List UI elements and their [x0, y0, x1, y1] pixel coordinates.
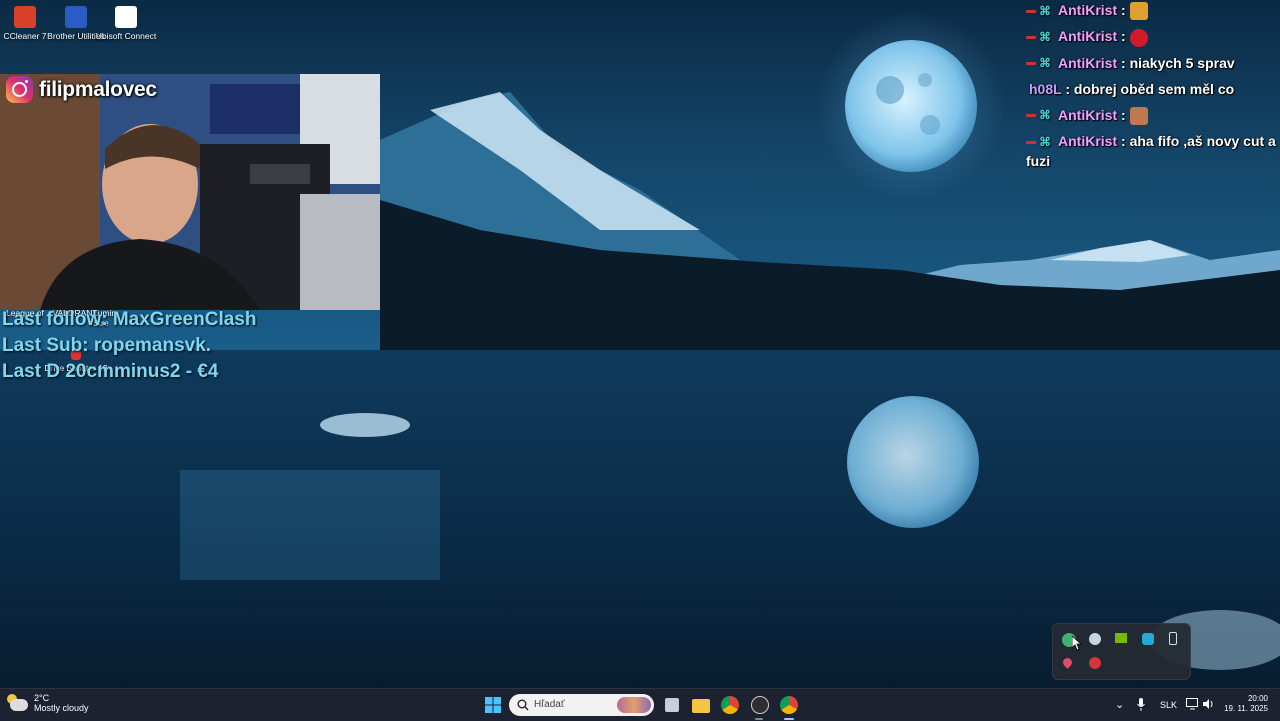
search-icon: [517, 699, 529, 711]
chat-text: dobrej oběd sem měl co: [1073, 80, 1235, 97]
language-indicator[interactable]: SLK: [1160, 700, 1177, 710]
chat-overlay: ⌘ AntiKrist : ⌘ AntiKrist : ⌘ AntiKrist : n…: [1026, 0, 1280, 171]
location-pin-icon[interactable]: [1061, 656, 1074, 669]
cloud-icon: [7, 694, 28, 711]
webcam-overlay: [0, 74, 380, 310]
task-view-icon[interactable]: [665, 698, 679, 712]
chat-message: ⌘ AntiKrist : niakych 5 sprav: [1026, 53, 1280, 73]
desktop-icon-label: CCleaner 7: [3, 31, 47, 41]
chat-text: niakych 5 sprav: [1129, 54, 1235, 71]
steam-icon[interactable]: [1089, 633, 1101, 645]
ubisoft-connect-icon: [115, 6, 137, 28]
chat-username: AntiKrist: [1058, 106, 1118, 123]
chat-message: ⌘ AntiKrist : aha fifo ,aš novy cut a fuz…: [1026, 132, 1276, 169]
chat-message: h08L : dobrej oběd sem měl co: [1029, 80, 1235, 97]
bttv-badge-icon: ⌘: [1039, 3, 1051, 18]
nvidia-icon[interactable]: [1115, 633, 1127, 643]
moderator-badge-icon: [1026, 140, 1036, 144]
clock-date: 19. 11. 2025: [1224, 704, 1268, 713]
last-donation-value: 20cmminus2 - €4: [65, 361, 219, 382]
moderator-badge-icon: [1026, 114, 1036, 118]
last-donation-label: Last D: [2, 361, 61, 382]
taskbar: 2°C Mostly cloudy Hľadať ⌄ SLK 20:00 19.…: [0, 688, 1280, 721]
webcam-feed: [0, 74, 380, 310]
search-highlight-image: [617, 697, 651, 713]
last-sub: Last Sub: ropemansvk.: [2, 335, 211, 357]
weather-widget[interactable]: 2°C Mostly cloudy: [7, 693, 89, 713]
taskbar-search-box[interactable]: Hľadať: [509, 694, 654, 716]
volume-icon[interactable]: [1202, 698, 1214, 710]
red-app-icon[interactable]: [1089, 657, 1101, 669]
clock-time: 20:00: [1247, 694, 1268, 703]
desktop-icon-label: Ubisoft Connect: [95, 31, 157, 41]
last-sub-label: Last Sub:: [2, 335, 89, 356]
chat-message: ⌘ AntiKrist :: [1026, 26, 1280, 47]
instagram-tag: filipmalovec: [6, 76, 157, 103]
chrome-profile-icon[interactable]: [780, 696, 798, 714]
chat-message: ⌘ AntiKrist :: [1026, 105, 1280, 125]
red-gem-emote-icon: [1129, 28, 1148, 47]
face-emote-icon: [1129, 106, 1148, 125]
usb-icon[interactable]: [1169, 632, 1177, 645]
windows-start-icon[interactable]: [484, 696, 502, 714]
moderator-badge-icon: [1026, 62, 1036, 66]
moderator-badge-icon: [1026, 36, 1036, 40]
chat-username: h08L: [1029, 80, 1062, 97]
ccleaner-icon: [14, 6, 36, 28]
chat-username: AntiKrist: [1058, 54, 1118, 71]
app-tray-icon[interactable]: [1142, 633, 1154, 645]
weather-desc: Mostly cloudy: [34, 703, 89, 713]
last-follow-value: MaxGreenClash: [112, 309, 257, 330]
moderator-badge-icon: [1026, 9, 1036, 13]
bttv-badge-icon: ⌘: [1039, 56, 1051, 71]
dancing-emote-icon: [1129, 2, 1148, 21]
last-follow-label: Last follow:: [2, 309, 108, 330]
bttv-badge-icon: ⌘: [1039, 108, 1051, 123]
chrome-icon[interactable]: [721, 696, 739, 714]
taskbar-clock[interactable]: 20:00 19. 11. 2025: [1222, 694, 1268, 714]
chat-username: AntiKrist: [1058, 2, 1118, 18]
brother-utilities-icon: [65, 6, 87, 28]
file-explorer-icon[interactable]: [692, 699, 710, 713]
chat-username: AntiKrist: [1058, 28, 1118, 45]
chat-username: AntiKrist: [1058, 132, 1118, 149]
network-icon[interactable]: [1186, 698, 1200, 710]
desktop-icon-ubisoft-connect[interactable]: Ubisoft Connect: [93, 6, 159, 41]
chat-message: ⌘ AntiKrist :: [1026, 0, 1280, 21]
microphone-icon[interactable]: [1137, 698, 1145, 711]
search-placeholder: Hľadať: [534, 699, 565, 710]
bttv-badge-icon: ⌘: [1039, 134, 1051, 149]
mouse-cursor-icon: [1072, 636, 1082, 651]
last-donation: Last D 20cmminus2 - €4: [2, 361, 219, 383]
instagram-handle: filipmalovec: [39, 77, 157, 101]
weather-temp: 2°C: [34, 693, 50, 703]
obs-icon[interactable]: [751, 696, 769, 714]
tray-overflow-chevron-icon[interactable]: ⌄: [1115, 698, 1124, 711]
bttv-badge-icon: ⌘: [1039, 30, 1051, 45]
last-sub-value: ropemansvk.: [93, 335, 212, 356]
tray-overflow-popup: [1052, 623, 1191, 680]
instagram-icon: [6, 76, 33, 103]
last-follow: Last follow: MaxGreenClash: [2, 309, 256, 331]
